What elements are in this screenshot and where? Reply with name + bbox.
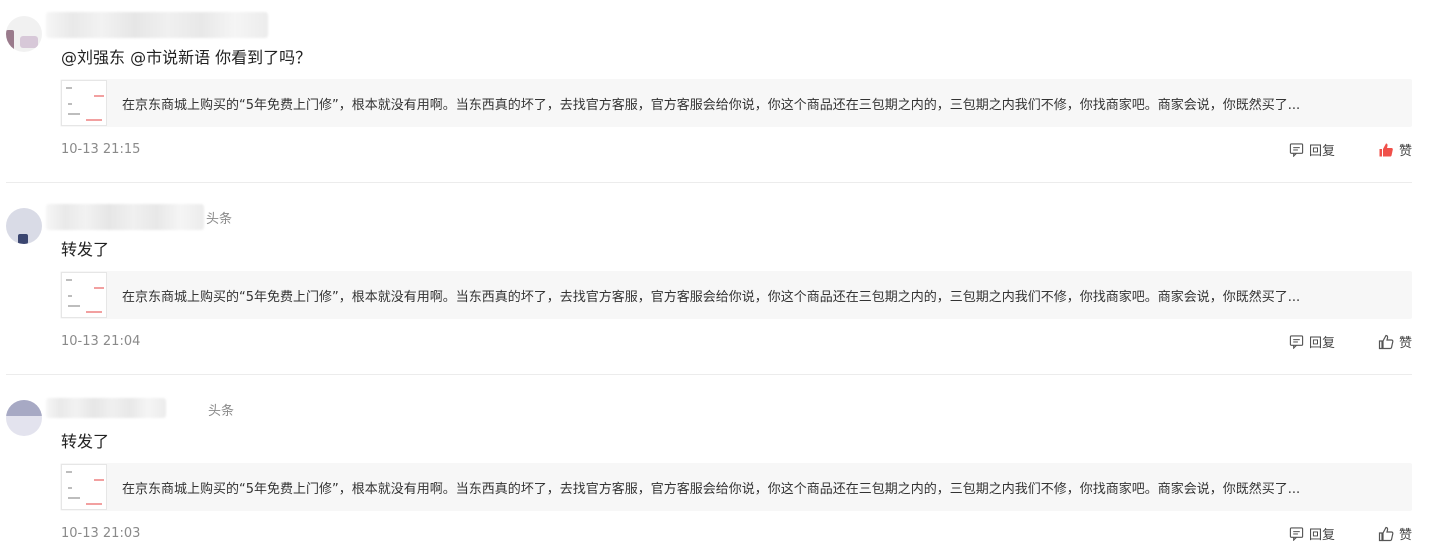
username-redacted[interactable] [46,204,204,230]
divider [6,182,1412,183]
comment-icon [1289,142,1304,157]
reply-button[interactable]: 回复 [1289,524,1335,543]
quoted-post-thumbnail [61,464,107,510]
reply-button[interactable]: 回复 [1289,140,1335,159]
comment-text: 转发了 [61,432,110,451]
like-button[interactable]: 赞 [1378,332,1412,351]
thumbs-up-icon [1378,142,1394,158]
like-label: 赞 [1399,528,1413,543]
comment-item: @刘强东 @市说新语 你看到了吗？ 在京东商城上购买的“5年免费上门修”，根本就… [0,0,1448,183]
username-redacted[interactable] [46,398,166,418]
comment-source: 头条 [206,212,233,227]
reply-button[interactable]: 回复 [1289,332,1335,351]
avatar[interactable] [6,400,42,436]
comment-text: 转发了 [61,240,110,259]
quoted-post-card[interactable]: 在京东商城上购买的“5年免费上门修”，根本就没有用啊。当东西真的坏了，去找官方客… [60,463,1412,511]
quoted-post-card[interactable]: 在京东商城上购买的“5年免费上门修”，根本就没有用啊。当东西真的坏了，去找官方客… [60,271,1412,319]
comment-timestamp: 10-13 21:04 [61,334,141,349]
like-label: 赞 [1399,336,1413,351]
avatar[interactable] [6,208,42,244]
thumbs-up-icon [1378,526,1394,542]
like-label: 赞 [1399,144,1413,159]
comment-item: 头条 转发了 在京东商城上购买的“5年免费上门修”，根本就没有用啊。当东西真的坏… [0,384,1448,552]
comment-timestamp: 10-13 21:15 [61,142,141,157]
thumbs-up-icon [1378,334,1394,350]
comment-feed: @刘强东 @市说新语 你看到了吗？ 在京东商城上购买的“5年免费上门修”，根本就… [0,0,1448,552]
reply-label: 回复 [1309,528,1336,543]
comment-source: 头条 [208,404,235,419]
comment-icon [1289,334,1304,349]
quoted-post-card[interactable]: 在京东商城上购买的“5年免费上门修”，根本就没有用啊。当东西真的坏了，去找官方客… [60,79,1412,127]
like-button[interactable]: 赞 [1378,524,1412,543]
quoted-post-thumbnail [61,80,107,126]
username-redacted[interactable] [46,12,268,38]
comment-icon [1289,526,1304,541]
comment-timestamp: 10-13 21:03 [61,526,141,541]
quoted-post-text: 在京东商城上购买的“5年免费上门修”，根本就没有用啊。当东西真的坏了，去找官方客… [122,98,1301,113]
comment-text: @刘强东 @市说新语 你看到了吗？ [61,48,312,67]
reply-label: 回复 [1309,336,1336,351]
quoted-post-thumbnail [61,272,107,318]
reply-label: 回复 [1309,144,1336,159]
quoted-post-text: 在京东商城上购买的“5年免费上门修”，根本就没有用啊。当东西真的坏了，去找官方客… [122,482,1301,497]
quoted-post-text: 在京东商城上购买的“5年免费上门修”，根本就没有用啊。当东西真的坏了，去找官方客… [122,290,1301,305]
divider [6,374,1412,375]
avatar[interactable] [6,16,42,52]
like-button[interactable]: 赞 [1378,140,1412,159]
comment-item: 头条 转发了 在京东商城上购买的“5年免费上门修”，根本就没有用啊。当东西真的坏… [0,192,1448,375]
